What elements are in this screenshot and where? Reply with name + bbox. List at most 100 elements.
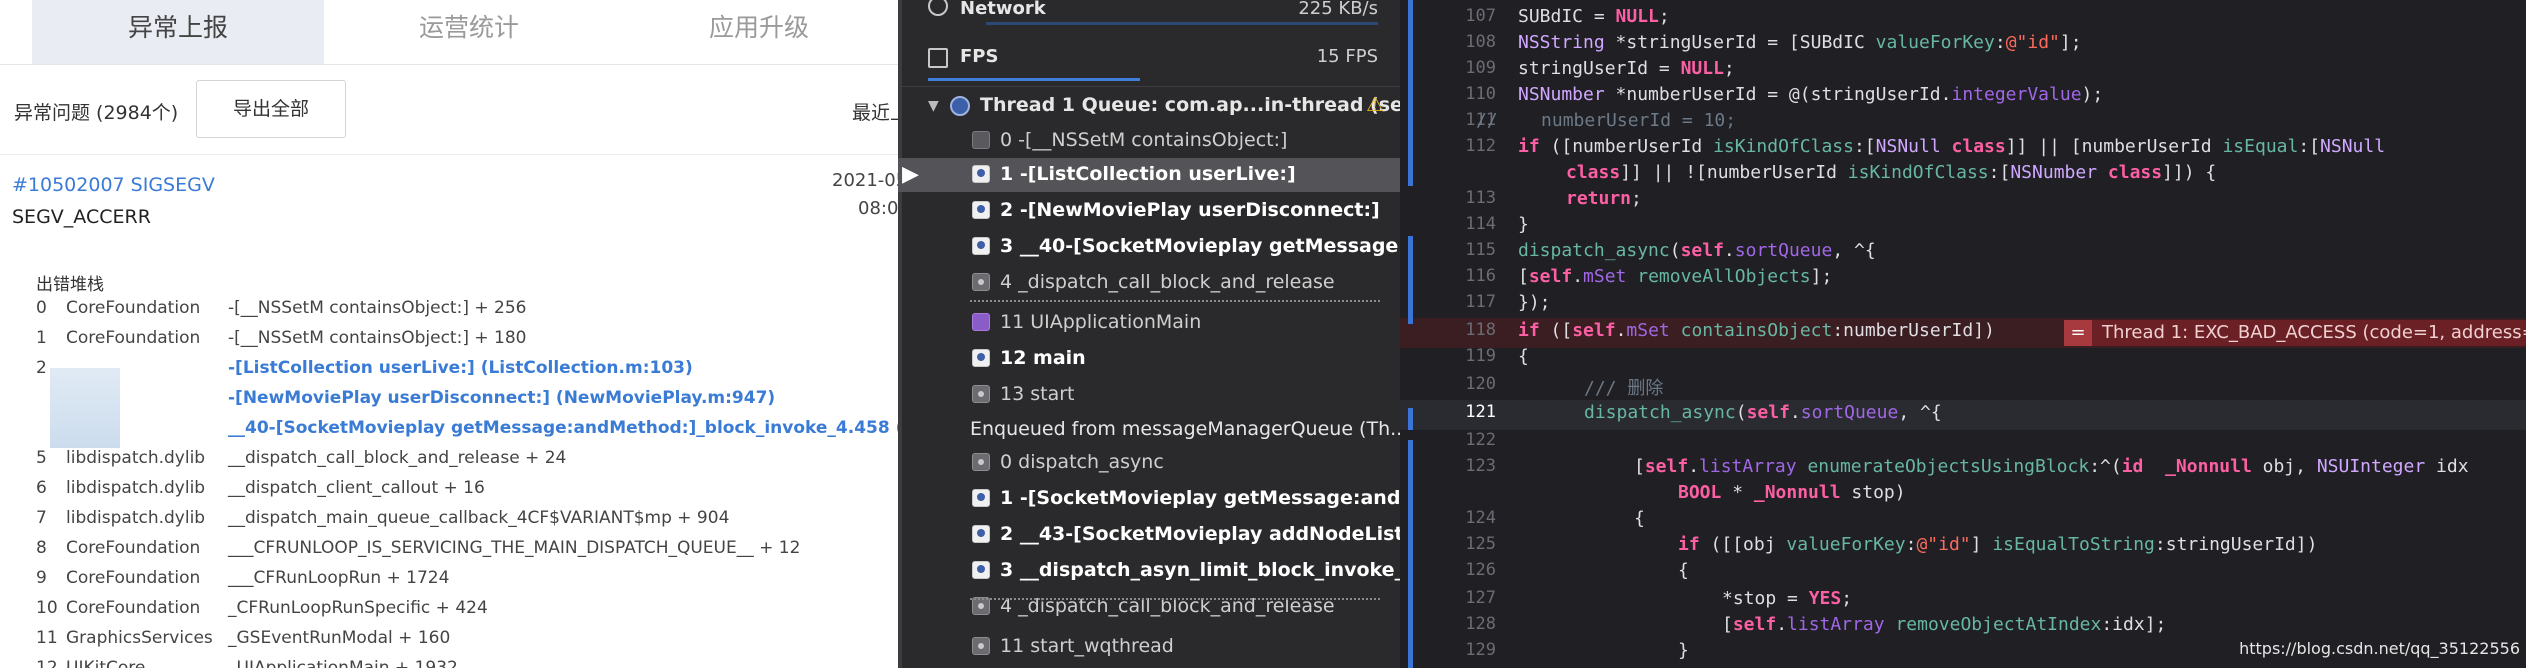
line-number: 125 bbox=[1465, 534, 1496, 554]
collapsed-frames-divider[interactable] bbox=[970, 598, 1380, 600]
stack-frame-item[interactable]: 12 main bbox=[898, 342, 1400, 376]
frame-label: 3 __dispatch_asyn_limit_block_invoke_3 bbox=[1000, 559, 1400, 581]
frame-symbol[interactable]: -[NewMoviePlay userDisconnect:] (NewMovi… bbox=[228, 388, 775, 408]
frame-label: 13 start bbox=[1000, 383, 1075, 405]
line-number: 112 bbox=[1465, 136, 1496, 156]
stack-frame-row: 12 UIKitCore _UIApplicationMain + 1932 bbox=[0, 658, 898, 668]
code-line-115: dispatch_async(self.sortQueue, ^{ bbox=[1518, 240, 1876, 261]
stack-frame-item[interactable]: 1 -[SocketMovieplay getMessage:andMet... bbox=[898, 482, 1400, 516]
change-bar bbox=[1408, 236, 1413, 324]
collapsed-frames-divider[interactable] bbox=[970, 300, 1380, 302]
source-editor[interactable]: 107 108 109 110 111 112 113 114 115 116 117 118 119 1… bbox=[1400, 0, 2526, 668]
stack-frame-item[interactable]: 11 UIApplicationMain bbox=[898, 306, 1400, 340]
line-number: 115 bbox=[1465, 240, 1496, 260]
network-icon bbox=[928, 0, 948, 16]
code-line-126: { bbox=[1678, 560, 1689, 581]
frame-library: CoreFoundation bbox=[66, 298, 201, 318]
lib-frame-icon bbox=[972, 131, 990, 149]
recent-filter-label[interactable]: 最近上 bbox=[852, 98, 898, 125]
stack-frame-item[interactable]: 0 dispatch_async bbox=[898, 446, 1400, 480]
crash-date: 2021-05 bbox=[832, 170, 898, 191]
line-number: 121 bbox=[1465, 402, 1496, 422]
frame-label: 11 start_wqthread bbox=[1000, 635, 1174, 657]
tab-operation-stats[interactable]: 运营统计 bbox=[324, 0, 614, 64]
frame-symbol[interactable]: -[ListCollection userLive:] (ListCollect… bbox=[228, 358, 693, 378]
frame-library: GraphicsServices bbox=[66, 628, 213, 648]
frame-label: 4 _dispatch_call_block_and_release bbox=[1000, 271, 1335, 293]
disclosure-triangle-icon[interactable]: ▼ bbox=[928, 98, 939, 114]
line-number: 129 bbox=[1465, 640, 1496, 660]
frame-index: 7 bbox=[36, 508, 47, 528]
stack-frame-row: 1 CoreFoundation -[__NSSetM containsObject… bbox=[0, 328, 898, 356]
thread-1-label: Thread 1 Queue: com.ap...in-thread (seri… bbox=[980, 94, 1400, 116]
crash-report-panel: 异常上报 运营统计 应用升级 异常问题 (2984个) 导出全部 最近上 #10… bbox=[0, 0, 898, 668]
code-line-123: [self.listArray enumerateObjectsUsingBlo… bbox=[1634, 456, 2469, 477]
stack-frame-row: 5 libdispatch.dylib __dispatch_call_block_… bbox=[0, 448, 898, 476]
network-label: Network bbox=[960, 0, 1046, 19]
stack-frame-row: 8 CoreFoundation ___CFRUNLOOP_IS_SERVICING… bbox=[0, 538, 898, 566]
redaction-blur bbox=[50, 368, 120, 448]
change-bar bbox=[1408, 440, 1413, 668]
code-line-113: return; bbox=[1566, 188, 1642, 209]
tab-bar: 异常上报 运营统计 应用升级 bbox=[0, 0, 898, 65]
frame-symbol[interactable]: __40-[SocketMovieplay getMessage:andMeth… bbox=[228, 418, 898, 438]
frame-index: 12 bbox=[36, 658, 58, 668]
change-bar bbox=[1408, 408, 1413, 430]
code-line-114: } bbox=[1518, 214, 1529, 235]
fps-bar bbox=[928, 78, 1140, 81]
debug-navigator: Network 225 KB/s FPS 15 FPS ▼ Thread 1 Q… bbox=[898, 0, 1400, 668]
frame-index: 2 bbox=[36, 358, 47, 378]
code-line-108: NSString *stringUserId = [SUBdIC valueFo… bbox=[1518, 32, 2082, 53]
stack-frame-item[interactable]: 3 __dispatch_asyn_limit_block_invoke_3 bbox=[898, 554, 1400, 588]
stack-frame-item[interactable]: 4 _dispatch_call_block_and_release bbox=[898, 590, 1400, 624]
error-icon: = bbox=[2064, 320, 2092, 346]
code-line-110: NSNumber *numberUserId = @(stringUserId.… bbox=[1518, 84, 2104, 105]
enqueued-label: Enqueued from messageManagerQueue (Th... bbox=[970, 418, 1400, 440]
line-number: 124 bbox=[1465, 508, 1496, 528]
code-line-111: // numberUserId = 10; bbox=[1476, 110, 1737, 131]
crash-time: 08:0 bbox=[858, 198, 898, 219]
user-frame-icon bbox=[972, 201, 990, 219]
frame-index: 6 bbox=[36, 478, 47, 498]
frame-label: 0 -[__NSSetM containsObject:] bbox=[1000, 129, 1288, 151]
stack-frame-item[interactable]: 3 __40-[SocketMovieplay getMessage:an... bbox=[898, 230, 1400, 264]
line-number: 120 bbox=[1465, 374, 1496, 394]
code-line-121: dispatch_async(self.sortQueue, ^{ bbox=[1584, 402, 1942, 423]
stack-frame-row: 7 libdispatch.dylib __dispatch_main_queue_… bbox=[0, 508, 898, 536]
code-line-118: if ([self.mSet containsObject:numberUser… bbox=[1518, 320, 1995, 341]
stack-frame-item[interactable]: 0 -[__NSSetM containsObject:] bbox=[898, 124, 1400, 158]
frame-symbol: -[__NSSetM containsObject:] + 256 bbox=[228, 298, 527, 318]
crash-id-link[interactable]: #10502007 SIGSEGV bbox=[12, 174, 215, 196]
frame-symbol: __dispatch_call_block_and_release + 24 bbox=[228, 448, 567, 468]
fps-value: 15 FPS bbox=[1316, 46, 1378, 67]
network-gauge-row[interactable]: Network 225 KB/s bbox=[898, 0, 1400, 26]
frame-symbol: _UIApplicationMain + 1932 bbox=[228, 658, 458, 668]
warning-icon: ⚠ bbox=[1366, 92, 1384, 116]
tab-exception-report[interactable]: 异常上报 bbox=[32, 0, 324, 64]
tab-app-upgrade[interactable]: 应用升级 bbox=[614, 0, 898, 64]
stack-frame-row: 0 CoreFoundation -[__NSSetM containsObject… bbox=[0, 298, 898, 326]
code-line-112-cont: class]] || ![numberUserId isKindOfClass:… bbox=[1566, 162, 2217, 183]
fps-gauge-row[interactable]: FPS 15 FPS bbox=[898, 42, 1400, 81]
fps-label: FPS bbox=[960, 46, 999, 67]
error-message: Thread 1: EXC_BAD_ACCESS (code=1, addres… bbox=[2102, 322, 2526, 343]
stack-frame-item[interactable]: ▶ 1 -[ListCollection userLive:] bbox=[898, 158, 1400, 192]
line-number: 110 bbox=[1465, 84, 1496, 104]
stack-frame-item[interactable]: 2 __43-[SocketMovieplay addNodeListen... bbox=[898, 518, 1400, 552]
export-all-button[interactable]: 导出全部 bbox=[196, 80, 346, 138]
stack-frame-item[interactable]: 2 -[NewMoviePlay userDisconnect:] bbox=[898, 194, 1400, 228]
frame-index: 5 bbox=[36, 448, 47, 468]
stack-frame-item[interactable]: 13 start bbox=[898, 378, 1400, 412]
line-number: 122 bbox=[1465, 430, 1496, 450]
stack-frame-item[interactable]: 4 _dispatch_call_block_and_release bbox=[898, 266, 1400, 300]
runtime-error-badge[interactable]: = Thread 1: EXC_BAD_ACCESS (code=1, addre… bbox=[2064, 320, 2526, 346]
code-line-117: }); bbox=[1518, 292, 1551, 313]
frame-index: 10 bbox=[36, 598, 58, 618]
frame-symbol: ___CFRUNLOOP_IS_SERVICING_THE_MAIN_DISPA… bbox=[228, 538, 801, 558]
divider bbox=[902, 86, 1400, 87]
frame-library: UIKitCore bbox=[66, 658, 146, 668]
stack-frame-item[interactable]: 11 start_wqthread bbox=[898, 630, 1400, 664]
frame-label: 3 __40-[SocketMovieplay getMessage:an... bbox=[1000, 235, 1400, 257]
thread-1-row[interactable]: ▼ Thread 1 Queue: com.ap...in-thread (se… bbox=[898, 90, 1400, 124]
frame-label: 1 -[SocketMovieplay getMessage:andMet... bbox=[1000, 487, 1400, 509]
